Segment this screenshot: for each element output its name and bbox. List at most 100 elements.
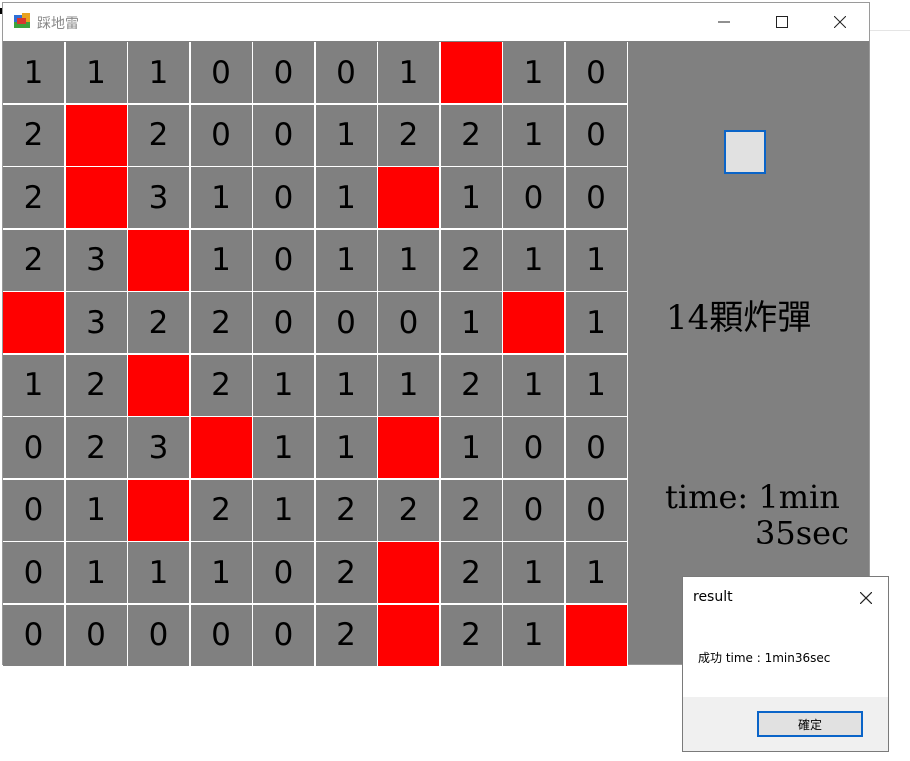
number-cell[interactable]: 0	[565, 104, 627, 166]
number-cell[interactable]: 0	[565, 479, 627, 541]
number-cell[interactable]: 0	[315, 42, 377, 103]
number-cell[interactable]: 0	[3, 417, 64, 478]
number-cell[interactable]: 2	[190, 292, 252, 353]
mine-cell[interactable]	[440, 42, 502, 103]
number-cell[interactable]: 1	[440, 417, 502, 478]
number-cell[interactable]: 2	[440, 479, 502, 541]
number-cell[interactable]: 0	[253, 292, 314, 353]
number-cell[interactable]: 2	[128, 292, 189, 353]
number-cell[interactable]: 1	[65, 479, 127, 541]
number-cell[interactable]: 2	[440, 542, 502, 603]
number-cell[interactable]: 0	[253, 167, 314, 228]
number-cell[interactable]: 1	[440, 292, 502, 353]
number-cell[interactable]: 1	[65, 542, 127, 603]
number-cell[interactable]: 1	[253, 479, 314, 541]
number-cell[interactable]: 1	[190, 229, 252, 291]
mine-cell[interactable]	[128, 229, 189, 291]
number-cell[interactable]: 2	[315, 604, 377, 666]
number-cell[interactable]: 3	[128, 167, 189, 228]
number-cell[interactable]: 1	[128, 542, 189, 603]
number-cell[interactable]: 0	[503, 417, 564, 478]
mine-cell[interactable]	[503, 292, 564, 353]
number-cell[interactable]: 0	[190, 604, 252, 666]
number-cell[interactable]: 0	[65, 604, 127, 666]
mine-cell[interactable]	[65, 167, 127, 228]
title-bar[interactable]: 踩地雷	[3, 3, 869, 41]
number-cell[interactable]: 1	[315, 167, 377, 228]
number-cell[interactable]: 1	[565, 229, 627, 291]
number-cell[interactable]: 2	[3, 229, 64, 291]
number-cell[interactable]: 0	[503, 167, 564, 228]
mine-cell[interactable]	[128, 479, 189, 541]
mine-cell[interactable]	[3, 292, 64, 353]
minimize-button[interactable]	[695, 3, 753, 41]
mine-cell[interactable]	[378, 417, 439, 478]
number-cell[interactable]: 2	[65, 417, 127, 478]
number-cell[interactable]: 2	[440, 354, 502, 416]
number-cell[interactable]: 0	[565, 167, 627, 228]
number-cell[interactable]: 0	[128, 604, 189, 666]
number-cell[interactable]: 1	[190, 167, 252, 228]
number-cell[interactable]: 0	[253, 604, 314, 666]
number-cell[interactable]: 2	[378, 104, 439, 166]
number-cell[interactable]: 1	[65, 42, 127, 103]
number-cell[interactable]: 1	[503, 229, 564, 291]
number-cell[interactable]: 1	[253, 354, 314, 416]
number-cell[interactable]: 1	[315, 104, 377, 166]
number-cell[interactable]: 1	[315, 354, 377, 416]
number-cell[interactable]: 2	[190, 354, 252, 416]
number-cell[interactable]: 0	[3, 542, 64, 603]
number-cell[interactable]: 2	[315, 542, 377, 603]
number-cell[interactable]: 1	[440, 167, 502, 228]
number-cell[interactable]: 1	[128, 42, 189, 103]
ok-button[interactable]: 確定	[757, 711, 863, 737]
number-cell[interactable]: 1	[315, 417, 377, 478]
number-cell[interactable]: 0	[253, 229, 314, 291]
number-cell[interactable]: 3	[65, 292, 127, 353]
number-cell[interactable]: 2	[3, 104, 64, 166]
mine-cell[interactable]	[378, 604, 439, 666]
number-cell[interactable]: 1	[503, 604, 564, 666]
number-cell[interactable]: 1	[378, 42, 439, 103]
number-cell[interactable]: 2	[440, 104, 502, 166]
number-cell[interactable]: 0	[190, 104, 252, 166]
number-cell[interactable]: 0	[565, 42, 627, 103]
flag-checkbox[interactable]	[724, 130, 766, 174]
number-cell[interactable]: 2	[440, 229, 502, 291]
maximize-button[interactable]	[753, 3, 811, 41]
dialog-close-button[interactable]	[855, 587, 877, 609]
number-cell[interactable]: 1	[503, 542, 564, 603]
number-cell[interactable]: 1	[503, 354, 564, 416]
number-cell[interactable]: 2	[65, 354, 127, 416]
mine-cell[interactable]	[378, 167, 439, 228]
number-cell[interactable]: 0	[565, 417, 627, 478]
number-cell[interactable]: 2	[128, 104, 189, 166]
number-cell[interactable]: 1	[253, 417, 314, 478]
number-cell[interactable]: 2	[315, 479, 377, 541]
number-cell[interactable]: 0	[315, 292, 377, 353]
number-cell[interactable]: 1	[378, 229, 439, 291]
number-cell[interactable]: 3	[128, 417, 189, 478]
number-cell[interactable]: 1	[315, 229, 377, 291]
number-cell[interactable]: 3	[65, 229, 127, 291]
number-cell[interactable]: 1	[565, 542, 627, 603]
number-cell[interactable]: 0	[503, 479, 564, 541]
number-cell[interactable]: 1	[565, 354, 627, 416]
number-cell[interactable]: 2	[440, 604, 502, 666]
mine-cell[interactable]	[128, 354, 189, 416]
number-cell[interactable]: 2	[190, 479, 252, 541]
number-cell[interactable]: 0	[3, 604, 64, 666]
number-cell[interactable]: 1	[503, 42, 564, 103]
number-cell[interactable]: 0	[190, 42, 252, 103]
mine-cell[interactable]	[65, 104, 127, 166]
number-cell[interactable]: 1	[503, 104, 564, 166]
number-cell[interactable]: 2	[3, 167, 64, 228]
mine-cell[interactable]	[378, 542, 439, 603]
number-cell[interactable]: 0	[253, 542, 314, 603]
close-button[interactable]	[811, 3, 869, 41]
number-cell[interactable]: 1	[3, 354, 64, 416]
mine-cell[interactable]	[190, 417, 252, 478]
number-cell[interactable]: 2	[378, 479, 439, 541]
number-cell[interactable]: 0	[253, 42, 314, 103]
mine-cell[interactable]	[565, 604, 627, 666]
